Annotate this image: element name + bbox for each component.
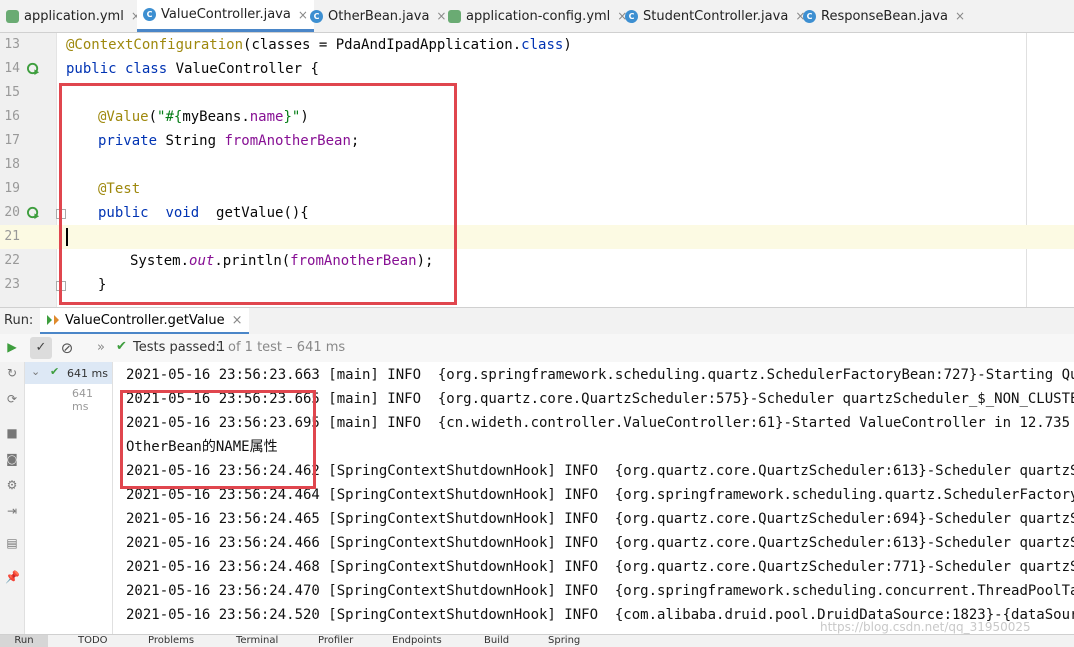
pin-icon[interactable]: 📌 xyxy=(5,570,20,584)
tab-studentcontroller-java[interactable]: C StudentController.java × xyxy=(625,0,805,32)
show-passed-check-icon[interactable]: ✓ xyxy=(30,337,52,359)
tool-tab-endpoints[interactable]: Endpoints xyxy=(392,635,442,647)
run-config-tab[interactable]: ValueController.getValue × xyxy=(40,308,249,334)
run-config-label: ValueController.getValue xyxy=(65,312,225,328)
expand-chevron-icon[interactable]: » xyxy=(97,340,105,355)
rerun-failed-icon[interactable]: ↻ xyxy=(5,366,19,380)
run-config-icon xyxy=(47,315,59,325)
tool-tab-todo[interactable]: TODO xyxy=(78,635,108,647)
yml-file-icon xyxy=(6,9,19,23)
code-line-14: 14 public class ValueController { xyxy=(0,57,1074,81)
run-label: Run: xyxy=(4,313,34,328)
tab-label: application-config.yml xyxy=(466,8,611,24)
test-results-tree[interactable]: ⌄ ✔ 641 ms 641 ms xyxy=(25,362,113,634)
keyword: class xyxy=(521,37,564,53)
exit-icon[interactable]: ⇥ xyxy=(5,504,19,518)
test-runner-toolbar: ✓ ⊘ » ✔ Tests passed: 1 of 1 test – 641 … xyxy=(0,334,1074,363)
tab-application-config-yml[interactable]: application-config.yml × xyxy=(448,0,627,32)
tool-window-bar: Run TODO Problems Terminal Profiler Endp… xyxy=(0,634,1074,647)
tool-tab-problems[interactable]: Problems xyxy=(148,635,194,647)
code-text: (classes = PdaAndIpadApplication. xyxy=(243,37,522,53)
line-number: 23 xyxy=(4,277,20,292)
tab-label: ResponseBean.java xyxy=(821,8,948,24)
line-number: 17 xyxy=(4,133,20,148)
layout-icon[interactable]: ▤ xyxy=(5,536,19,550)
toggle-auto-test-icon[interactable]: ⟳ xyxy=(5,392,19,406)
line-number: 22 xyxy=(4,253,20,268)
run-test-gutter-icon[interactable] xyxy=(27,206,40,219)
code-text: ) xyxy=(563,37,572,53)
java-class-icon: C xyxy=(143,8,156,21)
tests-passed-label: Tests passed: xyxy=(133,340,220,355)
highlight-box-code xyxy=(59,83,457,305)
close-icon[interactable]: × xyxy=(955,9,965,23)
run-test-gutter-icon[interactable] xyxy=(27,62,40,75)
tool-tab-run[interactable]: Run xyxy=(0,635,48,647)
line-number: 16 xyxy=(4,109,20,124)
tree-child-time: 641 ms xyxy=(72,387,93,413)
chevron-down-icon[interactable]: ⌄ xyxy=(31,365,40,378)
run-side-toolbar: ▶ ↻ ⟳ ■ ◙ ⚙ ⇥ ▤ 📌 xyxy=(0,340,25,634)
code-editor[interactable]: 13 @ContextConfiguration(classes = PdaAn… xyxy=(0,33,1074,307)
tab-label: StudentController.java xyxy=(643,8,789,24)
tab-responsebean-java[interactable]: C ResponseBean.java × xyxy=(803,0,965,32)
console-output[interactable]: 2021-05-16 23:56:23.663 [main] INFO {org… xyxy=(113,362,1074,634)
tests-passed-check-icon: ✔ xyxy=(116,339,127,354)
console-line: 2021-05-16 23:56:24.465 [SpringContextSh… xyxy=(126,511,1074,527)
java-class-icon: C xyxy=(803,9,816,23)
tab-label: OtherBean.java xyxy=(328,8,430,24)
run-tool-window-header: Run: ValueController.getValue × xyxy=(0,307,1074,335)
console-line: 2021-05-16 23:56:24.468 [SpringContextSh… xyxy=(126,559,1074,575)
editor-tab-bar: application.yml × C ValueController.java… xyxy=(0,0,1074,33)
passed-check-icon: ✔ xyxy=(50,365,60,378)
annotation: @ContextConfiguration xyxy=(66,37,244,53)
line-number: 15 xyxy=(4,85,20,100)
tool-tab-build[interactable]: Build xyxy=(484,635,509,647)
tab-valuecontroller-java[interactable]: C ValueController.java × xyxy=(137,0,314,32)
close-icon[interactable]: × xyxy=(298,8,308,22)
tab-application-yml[interactable]: application.yml × xyxy=(6,0,141,32)
tree-root-time: 641 ms xyxy=(67,367,108,380)
tests-summary: of 1 test – 641 ms xyxy=(228,340,346,355)
console-line: 2021-05-16 23:56:23.663 [main] INFO {org… xyxy=(126,367,1074,383)
line-number: 20 xyxy=(4,205,20,220)
line-number: 14 xyxy=(4,61,20,76)
code-line-13: 13 @ContextConfiguration(classes = PdaAn… xyxy=(0,33,1074,57)
stop-icon[interactable]: ■ xyxy=(5,426,19,440)
console-line: 2021-05-16 23:56:24.470 [SpringContextSh… xyxy=(126,583,1074,599)
tab-label: ValueController.java xyxy=(161,7,291,22)
camera-icon[interactable]: ◙ xyxy=(5,452,19,466)
line-number: 13 xyxy=(4,37,20,52)
close-icon[interactable]: × xyxy=(436,9,446,23)
highlight-box-console xyxy=(120,390,316,489)
java-class-icon: C xyxy=(625,9,638,23)
yml-file-icon xyxy=(448,9,461,23)
tool-tab-profiler[interactable]: Profiler xyxy=(318,635,353,647)
tree-row-root[interactable]: ⌄ ✔ 641 ms xyxy=(25,362,112,384)
code-text: ValueController { xyxy=(175,61,319,77)
run-play-icon[interactable]: ▶ xyxy=(5,340,19,354)
java-class-icon: C xyxy=(310,9,323,23)
watermark: https://blog.csdn.net/qq_31950025 xyxy=(820,620,1031,634)
tool-tab-terminal[interactable]: Terminal xyxy=(236,635,278,647)
tool-tab-spring[interactable]: Spring xyxy=(548,635,580,647)
console-line: 2021-05-16 23:56:24.466 [SpringContextSh… xyxy=(126,535,1074,551)
line-number: 18 xyxy=(4,157,20,172)
line-number: 21 xyxy=(4,229,20,244)
close-icon[interactable]: × xyxy=(232,313,243,328)
settings-gear-icon[interactable]: ⚙ xyxy=(5,478,19,492)
tab-label: application.yml xyxy=(24,8,124,24)
tab-otherbean-java[interactable]: C OtherBean.java × xyxy=(310,0,446,32)
line-number: 19 xyxy=(4,181,20,196)
show-ignored-icon[interactable]: ⊘ xyxy=(56,337,78,359)
keyword: public class xyxy=(66,61,176,77)
tests-passed-count: 1 xyxy=(217,340,226,355)
